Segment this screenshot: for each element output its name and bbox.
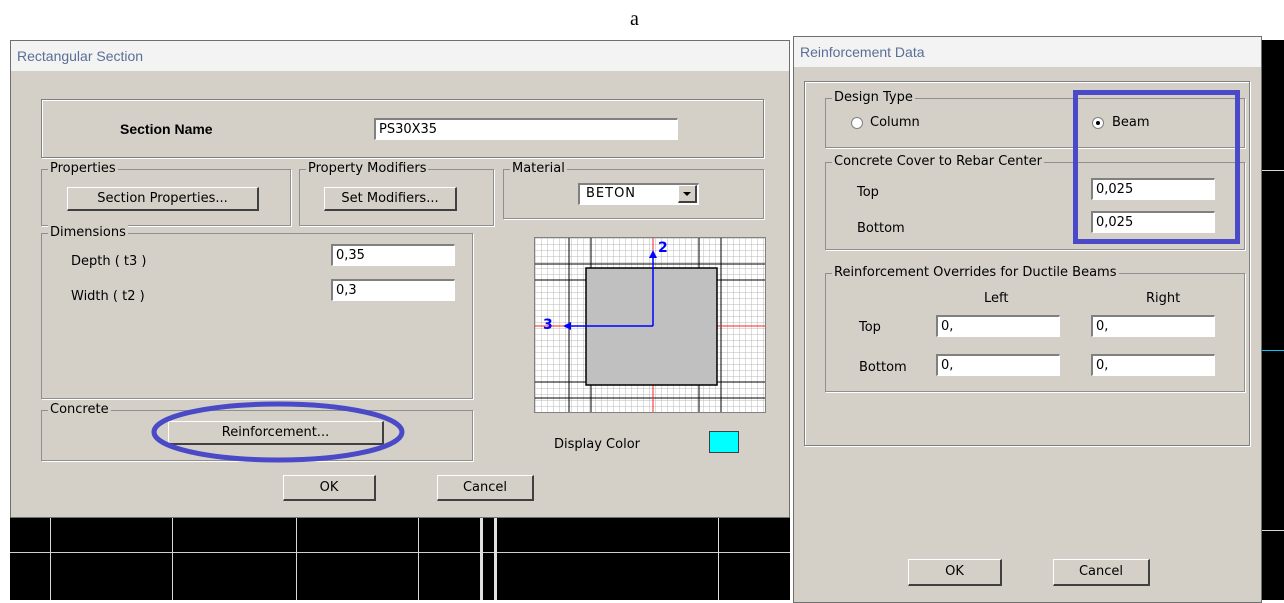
width-label: Width ( t2 ) [71, 289, 145, 304]
override-top-right-input[interactable]: 0, [1091, 315, 1215, 337]
ductile-overrides-group-title: Reinforcement Overrides for Ductile Beam… [832, 265, 1119, 281]
section-name-label: Section Name [120, 121, 213, 137]
dialog-title: Rectangular Section [11, 41, 789, 71]
concrete-cover-group-title: Concrete Cover to Rebar Center [832, 154, 1044, 170]
dimensions-group-title: Dimensions [48, 225, 128, 241]
section-preview: 2 3 [534, 237, 766, 413]
section-preview-drawing [535, 238, 765, 412]
override-top-left-input[interactable]: 0, [936, 315, 1060, 337]
property-modifiers-group-title: Property Modifiers [306, 161, 429, 177]
override-bottom-right-input[interactable]: 0, [1091, 354, 1215, 376]
material-value: BETON [586, 186, 637, 201]
overrides-top-label: Top [859, 320, 881, 335]
highlight-ellipse [151, 401, 405, 463]
properties-group-title: Properties [48, 161, 118, 177]
depth-label: Depth ( t3 ) [71, 254, 147, 269]
design-type-group-title: Design Type [832, 90, 915, 106]
display-color-label: Display Color [554, 437, 640, 452]
figure-label: a [630, 8, 639, 30]
cover-bottom-label: Bottom [857, 221, 905, 236]
override-bottom-left-input[interactable]: 0, [936, 354, 1060, 376]
section-properties-button[interactable]: Section Properties... [67, 187, 259, 211]
reinforcement-ok-button[interactable]: OK [908, 559, 1002, 586]
section-name-input[interactable]: PS30X35 [374, 118, 678, 140]
reinforcement-cancel-button[interactable]: Cancel [1053, 559, 1150, 586]
cancel-button[interactable]: Cancel [437, 475, 534, 501]
overrides-right-header: Right [1146, 291, 1181, 306]
display-color-swatch[interactable] [709, 431, 739, 453]
material-group-title: Material [510, 161, 567, 177]
concrete-group-title: Concrete [48, 402, 111, 418]
ok-button[interactable]: OK [283, 475, 376, 501]
cad-viewport-right [1262, 40, 1284, 600]
overrides-bottom-label: Bottom [859, 360, 907, 375]
axis-2-label: 2 [658, 240, 668, 256]
width-input[interactable]: 0,3 [331, 279, 455, 301]
highlight-rectangle [1073, 90, 1240, 244]
cover-top-label: Top [857, 185, 879, 200]
material-select[interactable]: BETON [578, 183, 699, 205]
reinforcement-dialog-title: Reinforcement Data [794, 37, 1261, 67]
column-radio[interactable] [851, 117, 863, 129]
overrides-left-header: Left [984, 291, 1009, 306]
set-modifiers-button[interactable]: Set Modifiers... [324, 187, 457, 211]
column-radio-label: Column [870, 115, 920, 130]
chevron-down-icon[interactable] [678, 185, 697, 203]
depth-input[interactable]: 0,35 [331, 244, 455, 266]
axis-3-label: 3 [543, 317, 553, 333]
